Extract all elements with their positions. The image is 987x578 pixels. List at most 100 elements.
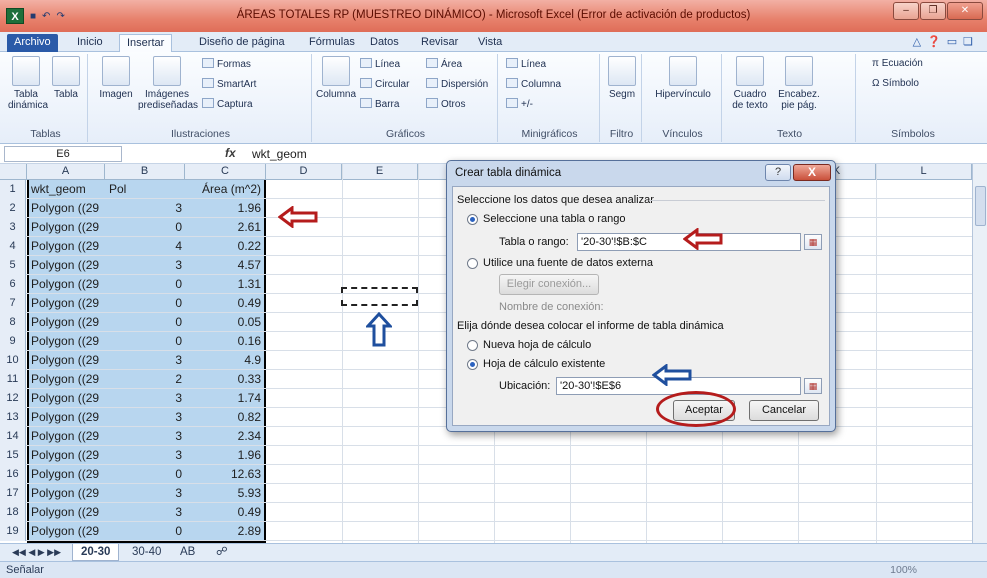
- row-header[interactable]: 12: [0, 389, 26, 408]
- cell-a[interactable]: Polygon ((29: [28, 313, 105, 332]
- cell-a[interactable]: Polygon ((29: [28, 351, 105, 370]
- cell-a[interactable]: Polygon ((29: [28, 389, 105, 408]
- help-icon[interactable]: △❓▭❏: [913, 35, 979, 48]
- cell-c[interactable]: 2.34: [186, 427, 264, 446]
- cell-c[interactable]: 1.96: [186, 446, 264, 465]
- row-header[interactable]: 17: [0, 484, 26, 503]
- cell-a[interactable]: Polygon ((29: [28, 522, 105, 541]
- cell-b[interactable]: 0: [106, 522, 185, 541]
- row-header[interactable]: 15: [0, 446, 26, 465]
- cell-b[interactable]: 3: [106, 256, 185, 275]
- cell-b[interactable]: 0: [106, 313, 185, 332]
- cell-a[interactable]: Polygon ((29: [28, 370, 105, 389]
- cell-b[interactable]: 0: [106, 275, 185, 294]
- selected-cell-e6[interactable]: [341, 287, 418, 306]
- cell-a[interactable]: Polygon ((29: [28, 237, 105, 256]
- cell-c[interactable]: 1.74: [186, 389, 264, 408]
- row-header[interactable]: 8: [0, 313, 26, 332]
- row-header[interactable]: 13: [0, 408, 26, 427]
- tab-inicio[interactable]: Inicio: [70, 34, 110, 52]
- range-collapse-icon[interactable]: ▦: [804, 234, 822, 250]
- col-header-e[interactable]: E: [342, 164, 418, 180]
- row-header[interactable]: 5: [0, 256, 26, 275]
- cell-b[interactable]: 3: [106, 389, 185, 408]
- row-header[interactable]: 16: [0, 465, 26, 484]
- cell-a[interactable]: Polygon ((29: [28, 294, 105, 313]
- tab-archivo[interactable]: Archivo: [7, 34, 58, 52]
- cell-a[interactable]: Polygon ((29: [28, 256, 105, 275]
- column-chart-button[interactable]: Columna: [316, 56, 356, 100]
- row-header[interactable]: 3: [0, 218, 26, 237]
- zoom-level[interactable]: 100%: [890, 564, 917, 576]
- col-header-a[interactable]: A: [27, 164, 105, 180]
- cell-b[interactable]: 3: [106, 503, 185, 522]
- cell-c[interactable]: Área (m^2): [186, 180, 264, 199]
- cell-a[interactable]: Polygon ((29: [28, 408, 105, 427]
- cell-a[interactable]: Polygon ((29: [28, 484, 105, 503]
- location-collapse-icon[interactable]: ▦: [804, 378, 822, 394]
- tab-revisar[interactable]: Revisar: [414, 34, 465, 52]
- image-button[interactable]: Imagen: [96, 56, 136, 100]
- minimize-icon[interactable]: –: [893, 2, 919, 20]
- tab-datos[interactable]: Datos: [363, 34, 406, 52]
- cell-c[interactable]: 0.49: [186, 294, 264, 313]
- cell-b[interactable]: 3: [106, 484, 185, 503]
- cell-c[interactable]: 12.63: [186, 465, 264, 484]
- equation-button[interactable]: π Ecuación: [872, 58, 923, 69]
- cell-c[interactable]: 0.22: [186, 237, 264, 256]
- dialog-help-button[interactable]: ?: [765, 164, 791, 181]
- cell-c[interactable]: 0.16: [186, 332, 264, 351]
- radio-select-range[interactable]: Seleccione una tabla o rango: [467, 213, 626, 225]
- hyperlink-button[interactable]: Hipervínculo: [648, 56, 718, 100]
- cell-c[interactable]: 4.57: [186, 256, 264, 275]
- radio-new-sheet[interactable]: Nueva hoja de cálculo: [467, 339, 591, 351]
- cell-a[interactable]: Polygon ((29: [28, 503, 105, 522]
- cell-a[interactable]: Polygon ((29: [28, 446, 105, 465]
- col-header-b[interactable]: B: [105, 164, 185, 180]
- bar-chart-button[interactable]: Barra: [360, 98, 399, 110]
- pivot-table-button[interactable]: Tabla dinámica: [8, 56, 48, 111]
- tab-diseno-pagina[interactable]: Diseño de página: [192, 34, 292, 52]
- screenshot-button[interactable]: Captura: [202, 98, 253, 110]
- radio-external-source[interactable]: Utilice una fuente de datos externa: [467, 257, 653, 269]
- cell-b[interactable]: Pol: [106, 180, 185, 199]
- dialog-close-button[interactable]: X: [793, 164, 831, 181]
- scatter-chart-button[interactable]: Dispersión: [426, 78, 488, 90]
- row-header[interactable]: 7: [0, 294, 26, 313]
- header-footer-button[interactable]: Encabez. pie pág.: [774, 56, 824, 111]
- cell-c[interactable]: 0.33: [186, 370, 264, 389]
- cell-c[interactable]: 5.93: [186, 484, 264, 503]
- cell-b[interactable]: 0: [106, 294, 185, 313]
- row-header[interactable]: 18: [0, 503, 26, 522]
- cell-c[interactable]: 2.61: [186, 218, 264, 237]
- radio-existing-sheet[interactable]: Hoja de cálculo existente: [467, 358, 605, 370]
- slicer-button[interactable]: Segm: [606, 56, 638, 100]
- row-header[interactable]: 11: [0, 370, 26, 389]
- cell-a[interactable]: Polygon ((29: [28, 427, 105, 446]
- tab-insertar[interactable]: Insertar: [119, 34, 173, 52]
- cancel-button[interactable]: Cancelar: [749, 400, 819, 421]
- choose-connection-button[interactable]: Elegir conexión...: [499, 274, 599, 295]
- cell-b[interactable]: 2: [106, 370, 185, 389]
- row-header[interactable]: 2: [0, 199, 26, 218]
- tab-vista[interactable]: Vista: [471, 34, 509, 52]
- formula-input[interactable]: wkt_geom: [252, 147, 307, 161]
- cell-c[interactable]: 0.49: [186, 503, 264, 522]
- cell-b[interactable]: 3: [106, 427, 185, 446]
- row-header[interactable]: 4: [0, 237, 26, 256]
- cell-b[interactable]: 0: [106, 465, 185, 484]
- textbox-button[interactable]: Cuadro de texto: [728, 56, 772, 111]
- cell-c[interactable]: 1.96: [186, 199, 264, 218]
- sparkline-column-button[interactable]: Columna: [506, 78, 561, 90]
- function-icon[interactable]: fx: [225, 146, 236, 160]
- cell-c[interactable]: 0.05: [186, 313, 264, 332]
- vertical-scrollbar[interactable]: [972, 164, 987, 543]
- cell-b[interactable]: 3: [106, 408, 185, 427]
- select-all-corner[interactable]: [0, 164, 27, 180]
- cell-a[interactable]: Polygon ((29: [28, 218, 105, 237]
- table-button[interactable]: Tabla: [48, 56, 84, 100]
- sheet-nav-icon[interactable]: ◀◀ ◀ ▶ ▶▶: [4, 544, 69, 561]
- cell-a[interactable]: Polygon ((29: [28, 332, 105, 351]
- sparkline-line-button[interactable]: Línea: [506, 58, 546, 70]
- col-header-c[interactable]: C: [185, 164, 266, 180]
